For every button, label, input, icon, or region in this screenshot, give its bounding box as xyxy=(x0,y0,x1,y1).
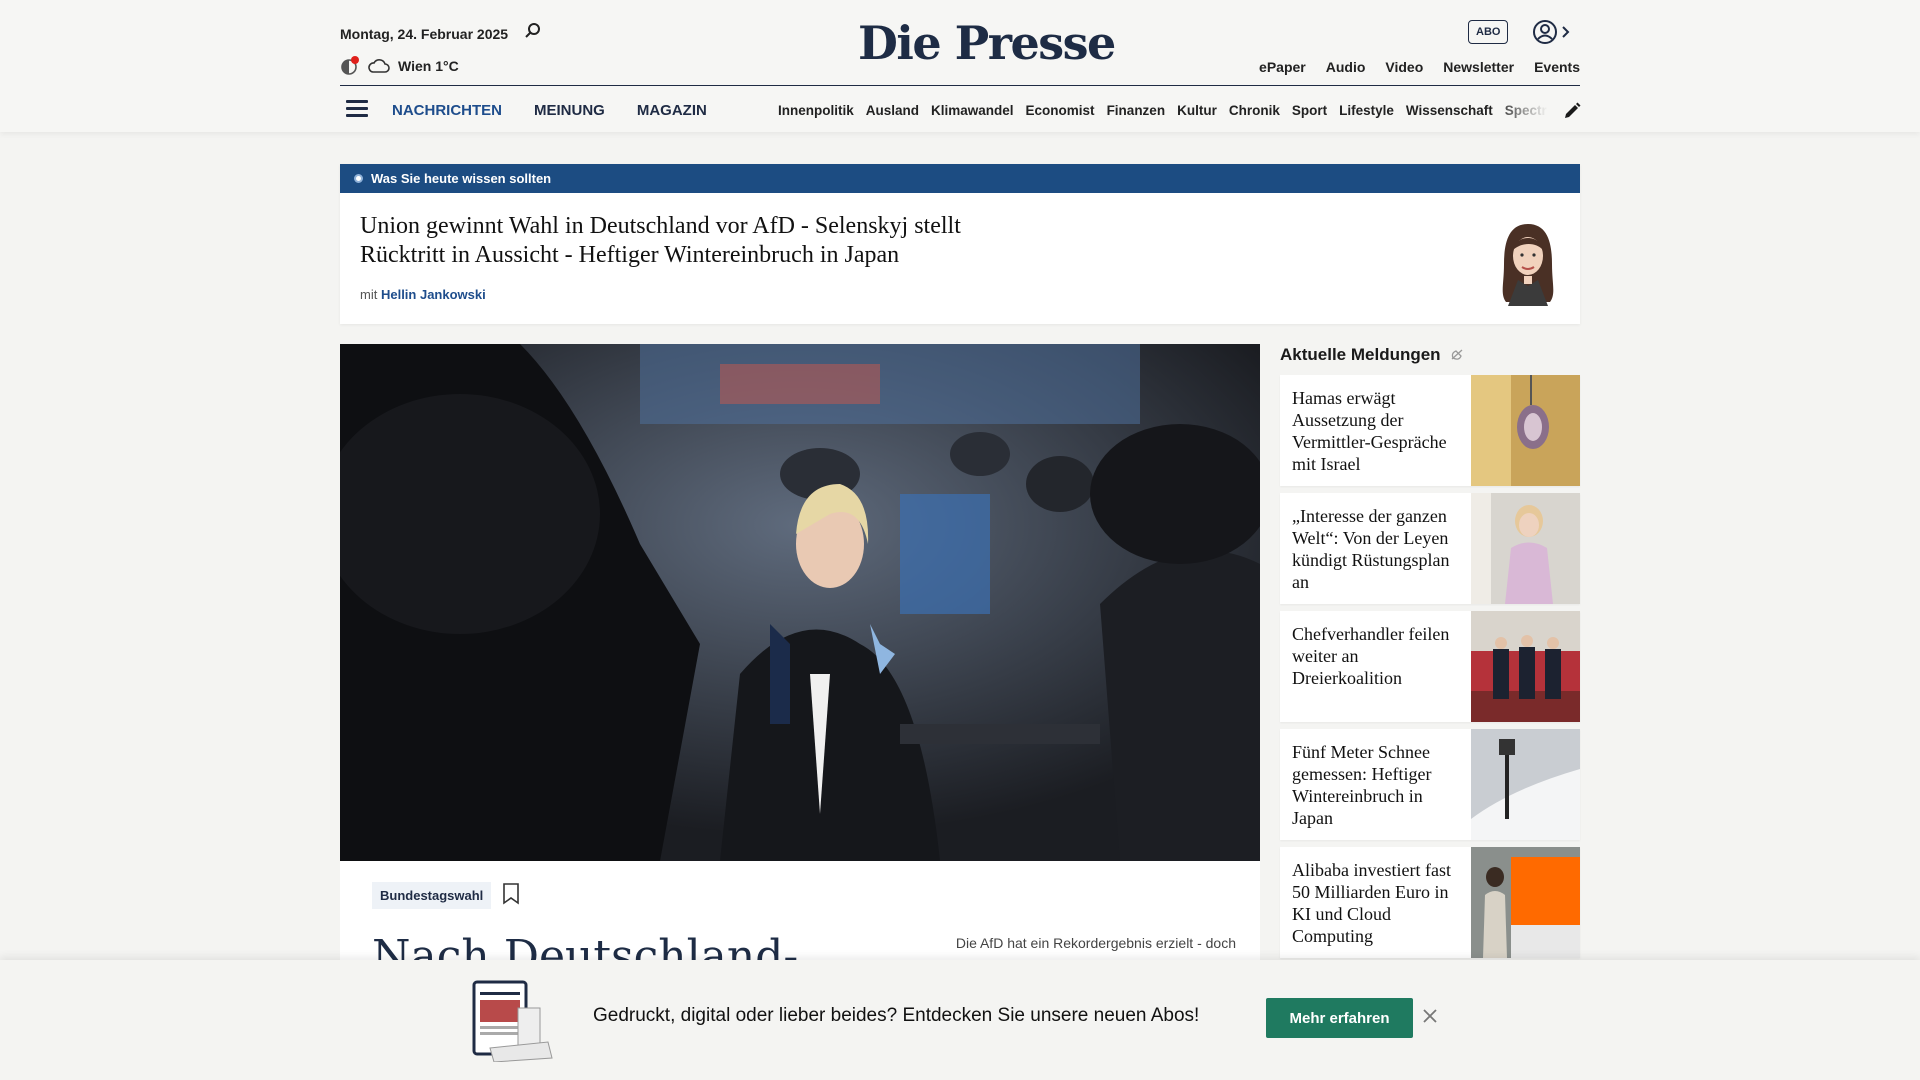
link-epaper[interactable]: ePaper xyxy=(1259,59,1306,75)
link-audio[interactable]: Audio xyxy=(1326,59,1366,75)
subnav-kultur[interactable]: Kultur xyxy=(1177,103,1217,118)
news-title[interactable]: Hamas erwägt Aussetzung der Vermittler-G… xyxy=(1280,375,1471,486)
subnav-chronik[interactable]: Chronik xyxy=(1229,103,1280,118)
byline-prefix: mit xyxy=(360,287,378,302)
daily-briefing-card[interactable]: Was Sie heute wissen sollten Union gewin… xyxy=(340,164,1580,324)
link-newsletter[interactable]: Newsletter xyxy=(1443,59,1514,75)
weather-widget[interactable]: Wien 1°C xyxy=(340,56,459,76)
author-link[interactable]: Hellin Jankowski xyxy=(381,287,486,302)
abo-button[interactable]: ABO xyxy=(1468,20,1509,44)
subnav-ausland[interactable]: Ausland xyxy=(866,103,919,118)
header-inner: Montag, 24. Februar 2025 Wien 1°C Die Pr… xyxy=(340,0,1582,132)
bookmark-icon[interactable] xyxy=(502,883,520,905)
press-scene-image xyxy=(340,344,1260,861)
list-item[interactable]: Alibaba investiert fast 50 Milliarden Eu… xyxy=(1280,847,1580,958)
dark-mode-icon[interactable] xyxy=(340,56,360,76)
weather-label: Wien 1°C xyxy=(398,58,459,74)
news-thumbnail xyxy=(1471,611,1580,722)
link-video[interactable]: Video xyxy=(1385,59,1423,75)
subnav-lifestyle[interactable]: Lifestyle xyxy=(1339,103,1394,118)
search-icon[interactable] xyxy=(524,22,542,40)
list-item[interactable]: Chefverhandler feilen weiter an Dreierko… xyxy=(1280,611,1580,722)
aside-heading: Aktuelle Meldungen xyxy=(1280,345,1465,365)
user-account-icon[interactable] xyxy=(1532,18,1572,46)
current-date: Montag, 24. Februar 2025 xyxy=(340,26,509,42)
lead-teaser: Die AfD hat ein Rekordergebnis erzielt -… xyxy=(955,935,1236,951)
pencil-icon[interactable] xyxy=(1562,101,1582,121)
briefing-byline: mit Hellin Jankowski xyxy=(360,287,486,302)
site-header: Montag, 24. Februar 2025 Wien 1°C Die Pr… xyxy=(0,0,1920,132)
sub-nav: Innenpolitik Ausland Klimawandel Economi… xyxy=(778,103,1548,118)
subnav-klimawandel[interactable]: Klimawandel xyxy=(931,103,1014,118)
banner-text: Gedruckt, digital oder lieber beides? En… xyxy=(593,1005,1200,1026)
category-tag[interactable]: Bundestagswahl xyxy=(372,882,492,909)
aside-title-text: Aktuelle Meldungen xyxy=(1280,345,1441,364)
subnav-finanzen[interactable]: Finanzen xyxy=(1107,103,1166,118)
news-title[interactable]: Alibaba investiert fast 50 Milliarden Eu… xyxy=(1280,847,1471,958)
lead-article-image[interactable] xyxy=(340,344,1260,861)
subnav-wissenschaft[interactable]: Wissenschaft xyxy=(1406,103,1493,118)
list-item[interactable]: Fünf Meter Schnee gemessen: Heftiger Win… xyxy=(1280,729,1580,840)
list-item[interactable]: „Interesse der ganzen Welt“: Von der Ley… xyxy=(1280,493,1580,604)
author-avatar xyxy=(1502,224,1554,306)
briefing-label: Was Sie heute wissen sollten xyxy=(371,171,552,186)
link-events[interactable]: Events xyxy=(1534,59,1580,75)
subnav-innenpolitik[interactable]: Innenpolitik xyxy=(778,103,854,118)
subscription-banner: Gedruckt, digital oder lieber beides? En… xyxy=(0,960,1920,1080)
news-thumbnail xyxy=(1471,729,1580,840)
subnav-sport[interactable]: Sport xyxy=(1292,103,1327,118)
briefing-title[interactable]: Union gewinnt Wahl in Deutschland vor Af… xyxy=(360,212,1040,270)
nav-nachrichten[interactable]: NACHRICHTEN xyxy=(392,102,502,119)
news-title[interactable]: Fünf Meter Schnee gemessen: Heftiger Win… xyxy=(1280,729,1471,840)
news-thumbnail xyxy=(1471,847,1580,958)
header-divider xyxy=(340,85,1580,86)
list-item[interactable]: Hamas erwägt Aussetzung der Vermittler-G… xyxy=(1280,375,1580,486)
bell-icon[interactable] xyxy=(1449,347,1465,363)
subnav-spectrum[interactable]: Spectrum xyxy=(1505,103,1548,118)
nav-magazin[interactable]: MAGAZIN xyxy=(637,102,707,119)
site-logo[interactable]: Die Presse xyxy=(858,20,1116,66)
news-list: Hamas erwägt Aussetzung der Vermittler-G… xyxy=(1280,375,1580,965)
learn-more-button[interactable]: Mehr erfahren xyxy=(1266,998,1413,1038)
top-links: ePaper Audio Video Newsletter Events xyxy=(1259,59,1580,75)
news-thumbnail xyxy=(1471,375,1580,486)
news-title[interactable]: „Interesse der ganzen Welt“: Von der Ley… xyxy=(1280,493,1471,604)
live-dot-icon xyxy=(354,174,363,183)
news-title[interactable]: Chefverhandler feilen weiter an Dreierko… xyxy=(1280,611,1471,722)
close-icon[interactable] xyxy=(1422,1008,1438,1024)
nav-meinung[interactable]: MEINUNG xyxy=(534,102,605,119)
news-thumbnail xyxy=(1471,493,1580,604)
briefing-header: Was Sie heute wissen sollten xyxy=(340,164,1580,193)
menu-icon[interactable] xyxy=(346,100,368,121)
subnav-economist[interactable]: Economist xyxy=(1026,103,1095,118)
cloud-icon xyxy=(368,59,390,73)
main-nav: NACHRICHTEN MEINUNG MAGAZIN xyxy=(392,102,707,119)
newspaper-icon xyxy=(472,980,553,1062)
